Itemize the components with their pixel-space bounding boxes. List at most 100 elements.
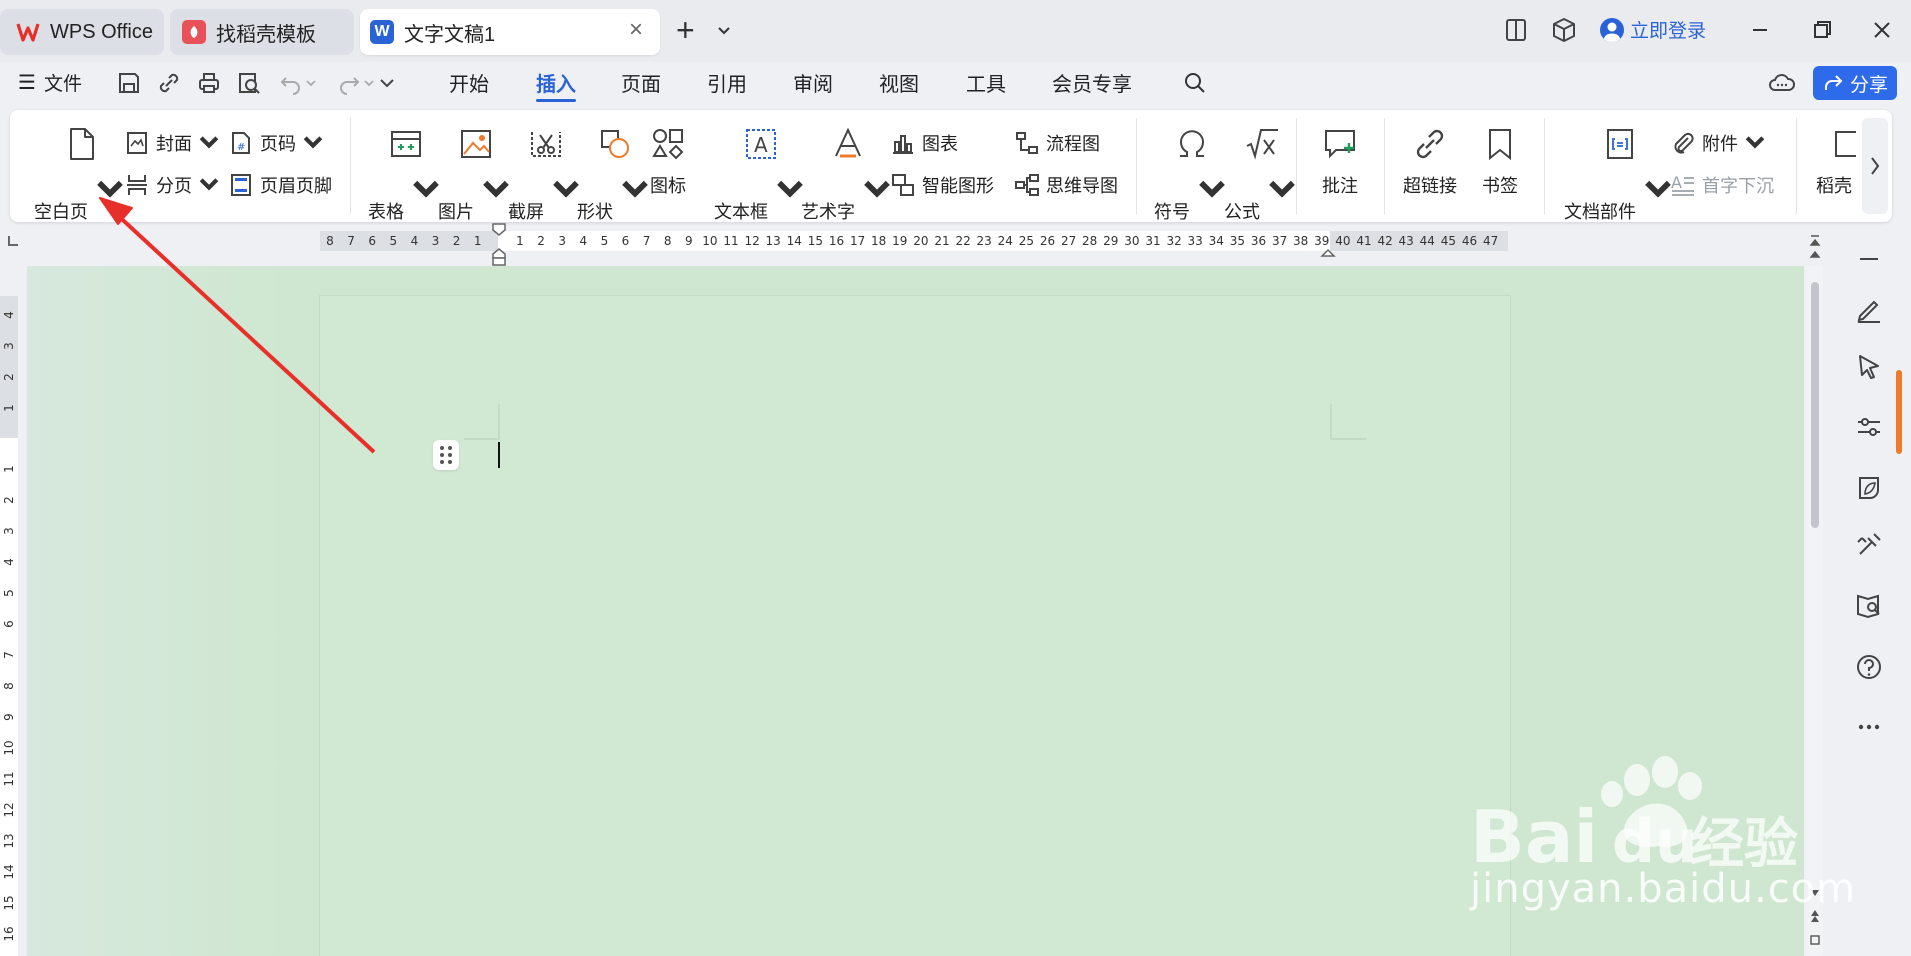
save-icon[interactable]: [116, 70, 142, 96]
login-button[interactable]: 立即登录: [1600, 16, 1706, 43]
ruler-number: 43: [1398, 234, 1414, 248]
ruler-number: 38: [1293, 234, 1309, 248]
pen-edit-icon[interactable]: [1854, 294, 1884, 324]
writer-logo-icon: W: [370, 20, 394, 44]
tab-view[interactable]: 视图: [879, 68, 919, 97]
minimize-icon[interactable]: [1744, 14, 1776, 46]
ruler-number: 7: [642, 234, 651, 248]
comment-label: 批注: [1322, 176, 1358, 196]
collapse-sidebar-icon[interactable]: [1854, 244, 1884, 274]
cloud-icon[interactable]: [1768, 70, 1796, 96]
chevron-down-icon[interactable]: [716, 20, 732, 40]
undo-icon[interactable]: [278, 70, 304, 96]
smartart-button[interactable]: 智能图形: [890, 172, 994, 198]
textbox-button[interactable]: A 文本框: [714, 126, 808, 224]
tab-stop-selector-icon[interactable]: [6, 234, 20, 248]
undo-dropdown-icon[interactable]: [304, 70, 318, 96]
attachment-button[interactable]: 附件: [1670, 130, 1774, 156]
tab-member[interactable]: 会员专享: [1052, 68, 1132, 97]
ruler-number: 25: [1018, 234, 1035, 248]
blank-page-button[interactable]: 空白页: [34, 126, 128, 224]
share-button[interactable]: 分享: [1813, 66, 1897, 100]
new-tab-button[interactable]: +: [676, 14, 695, 46]
icon-label: 图标: [650, 176, 686, 196]
wordart-icon: [835, 127, 861, 158]
chevron-down-icon: [1745, 136, 1765, 149]
active-tab-indicator: [536, 99, 576, 102]
tab-tools[interactable]: 工具: [966, 68, 1006, 97]
tab-document[interactable]: W 文字文稿1 ×: [360, 9, 660, 55]
ribbon-separator: [1796, 118, 1797, 214]
chart-button[interactable]: 图表: [890, 130, 958, 156]
redo-icon[interactable]: [336, 70, 362, 96]
textbox-label: 文本框: [714, 202, 768, 222]
chevron-down-icon: [199, 178, 219, 191]
tab-home[interactable]: 开始: [449, 68, 489, 97]
page-break-button[interactable]: 分页: [124, 172, 228, 198]
bookmark-button[interactable]: 书签: [1482, 126, 1518, 198]
tab-review[interactable]: 审阅: [793, 68, 833, 97]
book-search-icon[interactable]: [1854, 590, 1884, 620]
tab-docer-templates[interactable]: 找稻壳模板: [170, 9, 354, 55]
wordart-button[interactable]: 艺术字: [801, 126, 895, 224]
scroll-top-icon[interactable]: [1808, 232, 1822, 262]
symbol-button[interactable]: 符号: [1154, 126, 1230, 224]
ruler-number: 15: [2, 895, 16, 911]
print-preview-icon[interactable]: [236, 70, 262, 96]
flowchart-button[interactable]: 流程图: [1014, 130, 1100, 156]
table-button[interactable]: 表格: [368, 126, 444, 224]
bookmark-label: 书签: [1482, 176, 1518, 196]
assistant-side-tab[interactable]: [1896, 370, 1902, 454]
picture-button[interactable]: 图片: [438, 126, 514, 224]
scrollbar-thumb[interactable]: [1811, 282, 1819, 528]
tab-references[interactable]: 引用: [707, 68, 747, 97]
tab-wps-office[interactable]: WPS Office: [0, 9, 164, 55]
help-icon[interactable]: [1854, 652, 1884, 682]
hyperlink-button[interactable]: 超链接: [1403, 126, 1457, 198]
more-quick-access-icon[interactable]: [374, 70, 400, 96]
page-number-button[interactable]: # 页码: [228, 130, 332, 156]
doc-parts-button[interactable]: 文档部件: [1564, 126, 1676, 224]
cube-icon[interactable]: [1550, 16, 1578, 44]
print-icon[interactable]: [196, 70, 222, 96]
docer-button[interactable]: 稻壳: [1816, 126, 1856, 198]
header-footer-label: 页眉页脚: [260, 176, 332, 196]
select-cursor-icon[interactable]: [1854, 352, 1884, 382]
more-icon[interactable]: [1854, 712, 1884, 742]
formula-button[interactable]: 公式: [1224, 126, 1300, 224]
restore-icon[interactable]: [1806, 14, 1838, 46]
tab-insert[interactable]: 插入: [536, 68, 576, 97]
ruler-number: 1: [473, 234, 482, 248]
header-footer-button[interactable]: 页眉页脚: [228, 172, 332, 198]
eco-leaf-icon[interactable]: [1854, 472, 1884, 502]
ruler-number: 15: [807, 234, 824, 248]
right-indent-marker-icon[interactable]: [1320, 244, 1336, 258]
close-window-icon[interactable]: [1866, 14, 1898, 46]
ruler-number: 9: [2, 713, 16, 721]
icon-button[interactable]: 图标: [650, 126, 686, 198]
reading-mode-icon[interactable]: [1502, 16, 1530, 44]
indent-marker-icon[interactable]: [490, 222, 508, 266]
tab-page[interactable]: 页面: [621, 68, 661, 97]
file-menu[interactable]: ☰ 文件: [18, 69, 82, 96]
shape-button[interactable]: 形状: [577, 126, 653, 224]
formula-label: 公式: [1224, 202, 1260, 222]
screenshot-button[interactable]: 截屏: [508, 126, 584, 224]
ribbon-separator: [350, 118, 351, 214]
search-icon[interactable]: [1182, 70, 1208, 96]
mindmap-button[interactable]: 思维导图: [1014, 172, 1118, 198]
block-drag-handle[interactable]: [433, 440, 459, 470]
tools-icon[interactable]: [1854, 530, 1884, 560]
document-page[interactable]: [319, 295, 1511, 956]
ruler-number: 6: [621, 234, 630, 248]
comment-button[interactable]: 批注: [1322, 126, 1358, 198]
hamburger-icon: ☰: [18, 72, 36, 94]
flowchart-icon: [1016, 132, 1038, 154]
close-icon[interactable]: ×: [624, 18, 648, 43]
link-share-icon[interactable]: [156, 70, 182, 96]
drop-cap-button[interactable]: A 首字下沉: [1670, 172, 1774, 198]
adjust-sliders-icon[interactable]: [1854, 412, 1884, 442]
cover-button[interactable]: 封面: [124, 130, 228, 156]
ruler-number: 17: [849, 234, 866, 248]
ribbon-scroll-right-button[interactable]: [1862, 118, 1888, 214]
